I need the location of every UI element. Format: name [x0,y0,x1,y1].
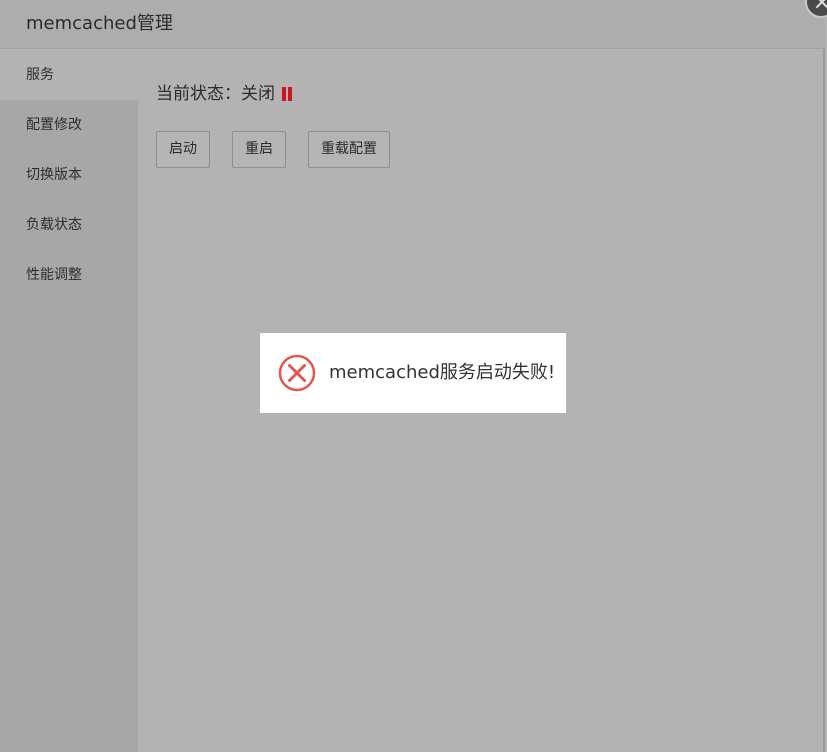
sidebar-item-label: 负载状态 [26,217,82,233]
sidebar: 服务 配置修改 切换版本 负载状态 性能调整 [0,50,138,752]
sidebar-item-label: 性能调整 [26,267,82,283]
error-toast: memcached服务启动失败! [260,333,566,413]
window-title: memcached管理 [26,13,173,34]
titlebar: memcached管理 [0,0,825,49]
restart-button[interactable]: 重启 [232,131,286,168]
sidebar-item-performance[interactable]: 性能调整 [0,250,138,300]
status-line: 当前状态： 关闭 [156,83,292,105]
sidebar-item-service[interactable]: 服务 [0,50,138,100]
sidebar-item-version[interactable]: 切换版本 [0,150,138,200]
toast-message: memcached服务启动失败! [329,362,556,383]
reload-config-button[interactable]: 重载配置 [308,131,390,168]
start-button[interactable]: 启动 [156,131,210,168]
status-label: 当前状态： [156,84,241,104]
error-circle-icon [278,354,316,392]
status-value: 关闭 [241,84,275,104]
sidebar-item-config[interactable]: 配置修改 [0,100,138,150]
sidebar-item-label: 切换版本 [26,167,82,183]
pause-icon [282,87,292,101]
sidebar-item-label: 配置修改 [26,117,82,133]
sidebar-item-load[interactable]: 负载状态 [0,200,138,250]
sidebar-item-label: 服务 [26,67,54,83]
